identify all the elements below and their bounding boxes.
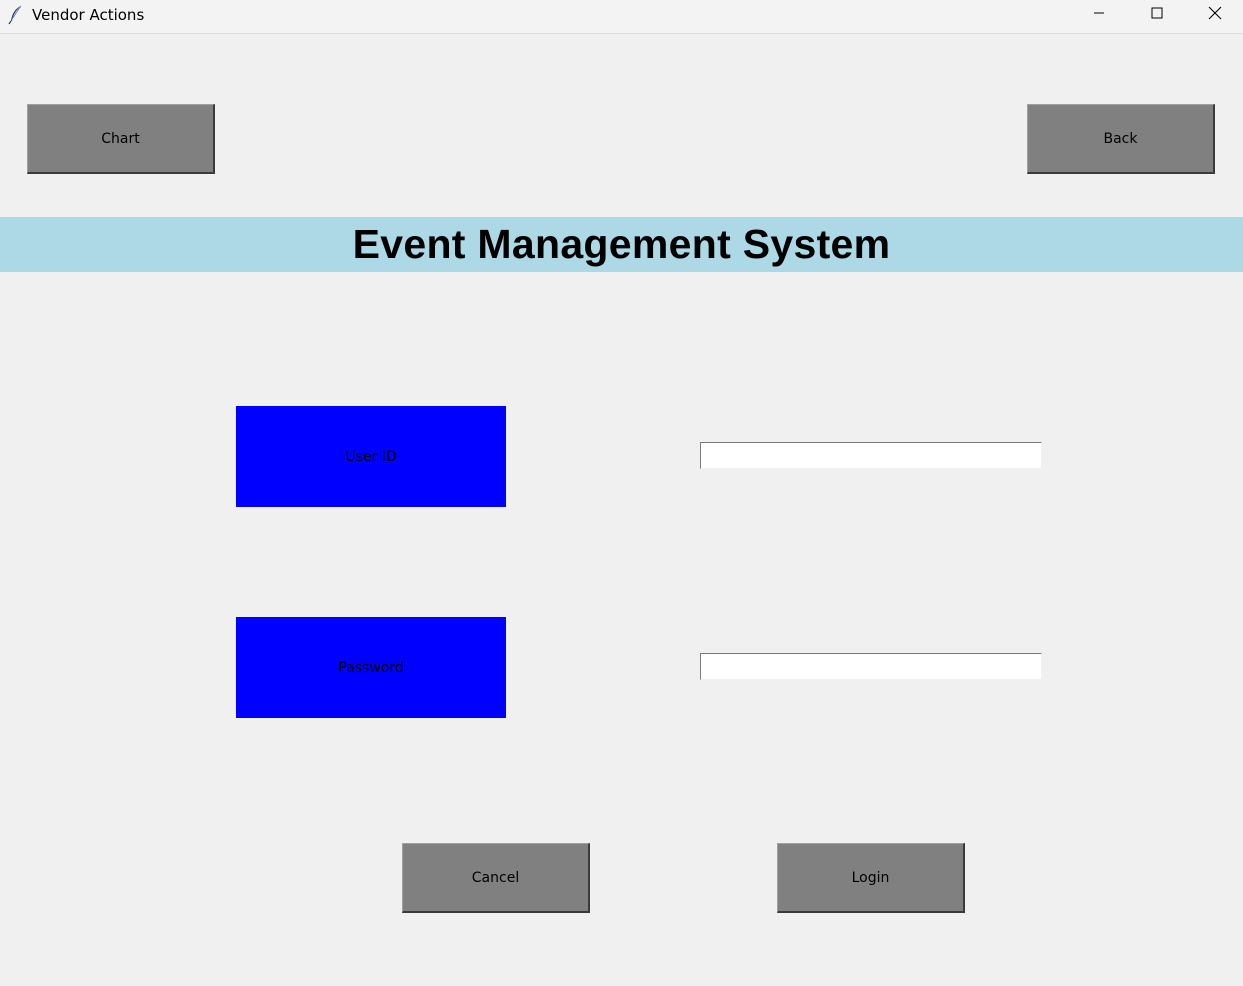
password-input[interactable] <box>700 653 1042 680</box>
minimize-icon <box>1093 6 1105 24</box>
close-icon <box>1208 6 1222 25</box>
maximize-icon <box>1151 6 1163 24</box>
userid-input[interactable] <box>700 442 1042 469</box>
minimize-button[interactable] <box>1070 0 1128 30</box>
login-button[interactable]: Login <box>777 843 965 913</box>
userid-label: User ID <box>236 406 506 507</box>
cancel-button[interactable]: Cancel <box>402 843 590 913</box>
close-button[interactable] <box>1186 0 1243 30</box>
password-label: Password <box>236 617 506 718</box>
back-button[interactable]: Back <box>1027 104 1215 174</box>
page-title: Event Management System <box>352 221 891 267</box>
title-bar[interactable]: Vendor Actions <box>0 0 1243 34</box>
maximize-button[interactable] <box>1128 0 1186 30</box>
feather-icon <box>8 5 24 25</box>
window-title: Vendor Actions <box>32 6 145 24</box>
chart-button[interactable]: Chart <box>27 104 215 174</box>
header-banner: Event Management System <box>0 217 1243 272</box>
app-window: Vendor Actions Chart Back Event Manageme… <box>0 0 1243 986</box>
